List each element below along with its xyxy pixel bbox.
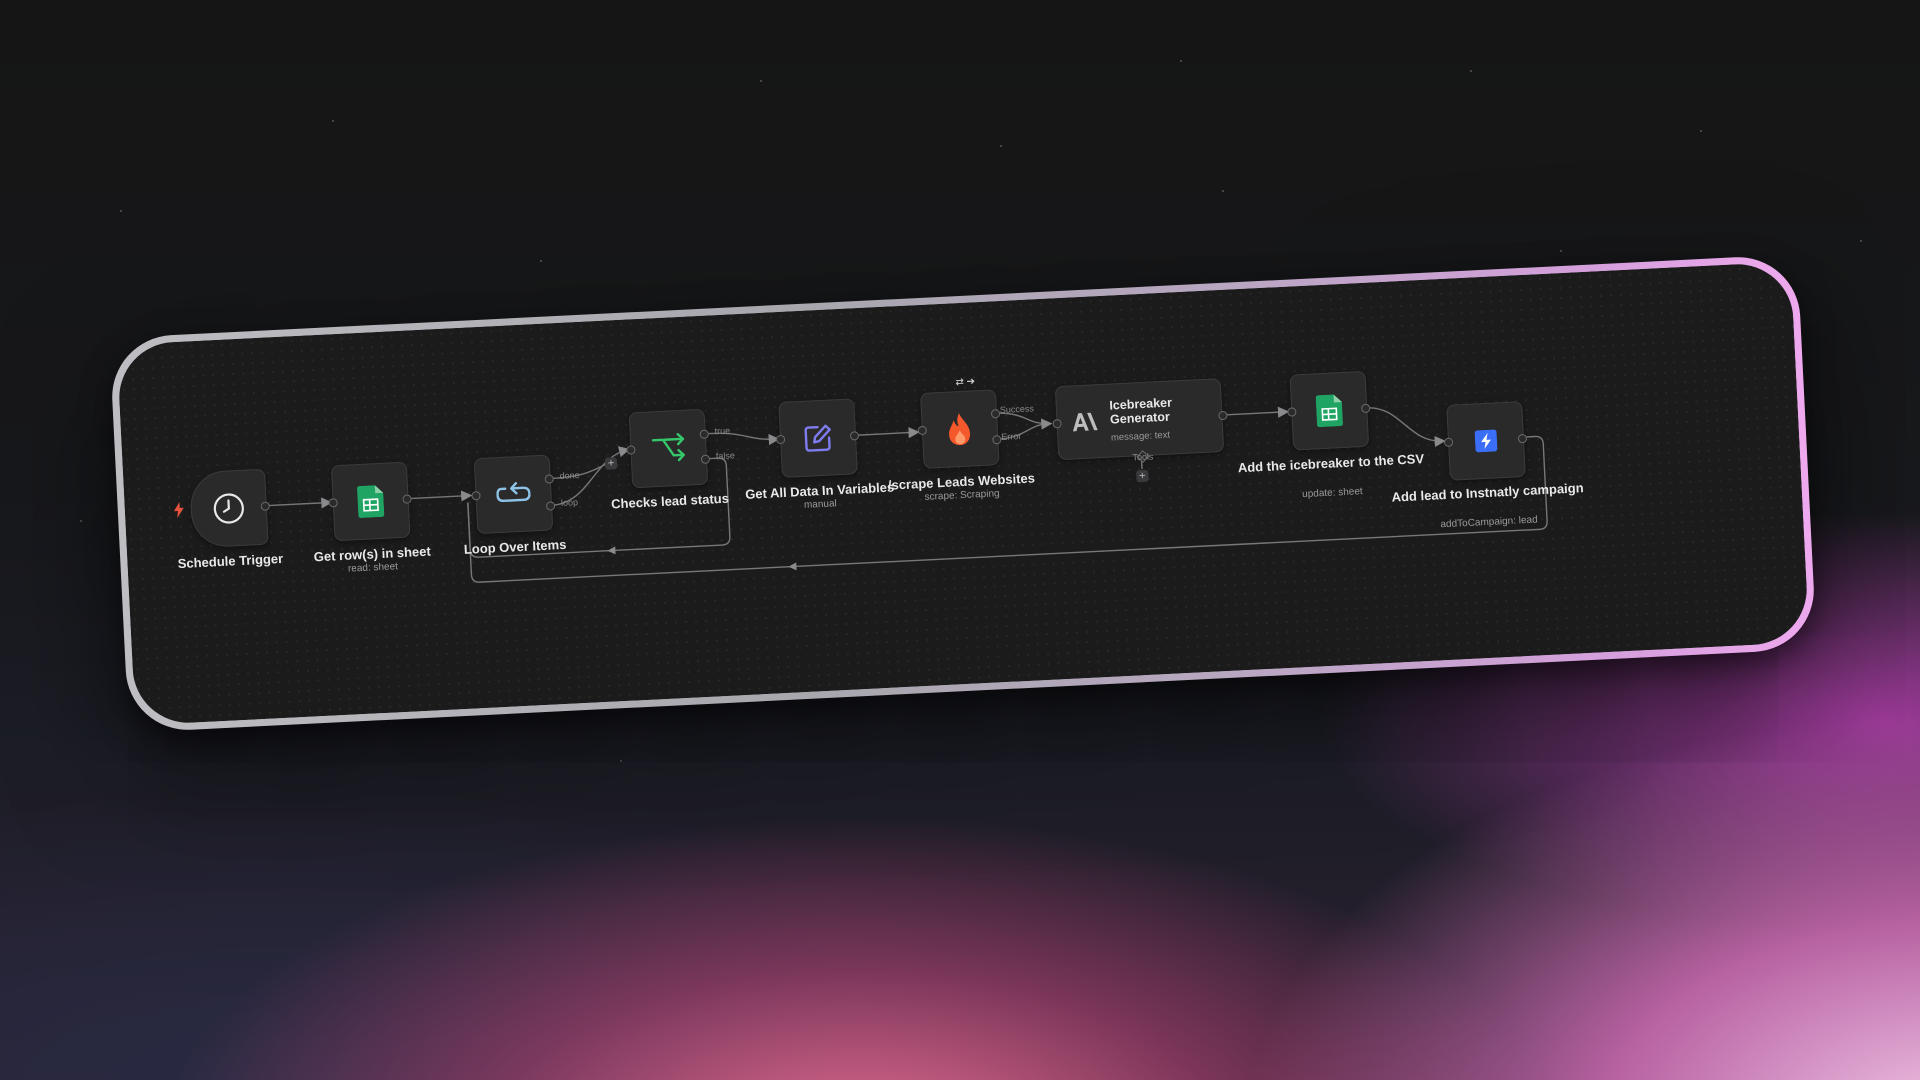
google-sheets-icon	[1315, 394, 1343, 428]
get-all-data-node[interactable]	[775, 398, 860, 478]
scrape-success-label: Success	[999, 403, 1035, 416]
star-dot	[1222, 190, 1224, 192]
star-dot	[1860, 240, 1862, 242]
icebreaker-generator-node[interactable]: Icebreaker Generator message: text	[1052, 378, 1228, 463]
scrape-error-label: Error	[1000, 431, 1022, 443]
star-dot	[620, 760, 622, 762]
if-branch-icon	[651, 432, 685, 462]
retry-arrow-icons: ⇄ ➔	[955, 376, 976, 389]
anthropic-icon	[1072, 412, 1098, 432]
tools-label: Tools	[1132, 451, 1154, 463]
trigger-bolt-icon	[173, 501, 184, 519]
loop-done-label: done	[559, 470, 580, 482]
get-rows-node[interactable]	[328, 461, 412, 542]
input-port[interactable]	[471, 490, 481, 501]
input-port[interactable]	[1443, 437, 1454, 448]
add-icebreaker-csv-node[interactable]	[1287, 370, 1371, 451]
edge-vars-to-scrape	[855, 427, 920, 439]
clock-icon	[213, 493, 244, 524]
input-port[interactable]	[626, 445, 636, 455]
checks-false-label: false	[715, 450, 736, 462]
star-dot	[1560, 250, 1562, 252]
edge-trigger-to-sheet	[265, 497, 333, 509]
edge-sheet-to-loop	[409, 490, 473, 502]
loopback-arrow-mark	[788, 562, 797, 571]
firecrawl-icon	[949, 413, 971, 446]
star-dot	[1700, 130, 1702, 132]
panel-border: Schedule Trigger Get row(s) in sheet rea…	[109, 254, 1817, 733]
input-port[interactable]	[1287, 407, 1297, 417]
google-sheets-icon	[357, 485, 385, 518]
input-port[interactable]	[775, 434, 786, 445]
loop-over-items-node[interactable]	[471, 454, 556, 535]
star-dot	[540, 260, 542, 262]
star-dot	[1470, 70, 1472, 72]
star-dot	[1000, 145, 1002, 147]
star-dot	[332, 120, 334, 122]
input-port[interactable]	[328, 498, 338, 508]
checks-lead-status-node[interactable]	[626, 408, 711, 489]
edge-csv-to-instantly	[1366, 407, 1446, 448]
edge-icebreaker-to-csv	[1221, 406, 1290, 418]
edit-icon	[804, 424, 831, 452]
workflow-canvas[interactable]: Schedule Trigger Get row(s) in sheet rea…	[116, 261, 1810, 726]
star-dot	[1180, 60, 1182, 62]
add-node-plus-button[interactable]: +	[604, 457, 618, 470]
star-dot	[80, 520, 82, 522]
icebreaker-sub: message: text	[1110, 429, 1171, 444]
checks-true-label: true	[714, 425, 731, 437]
workflow-panel: Schedule Trigger Get row(s) in sheet rea…	[109, 254, 1817, 733]
instantly-icon	[1474, 429, 1498, 453]
icebreaker-text-block: Icebreaker Generator message: text	[1109, 393, 1223, 443]
input-port[interactable]	[1052, 419, 1062, 429]
loop-icon	[496, 482, 531, 503]
add-tool-plus-button[interactable]: +	[1136, 469, 1149, 483]
star-dot	[760, 80, 762, 82]
star-dot	[120, 210, 122, 212]
add-lead-instantly-node[interactable]	[1443, 401, 1528, 481]
input-port[interactable]	[917, 425, 928, 436]
schedule-trigger-node[interactable]	[188, 468, 270, 549]
icebreaker-title: Icebreaker Generator	[1109, 395, 1173, 427]
scrape-leads-node[interactable]	[917, 389, 1002, 469]
